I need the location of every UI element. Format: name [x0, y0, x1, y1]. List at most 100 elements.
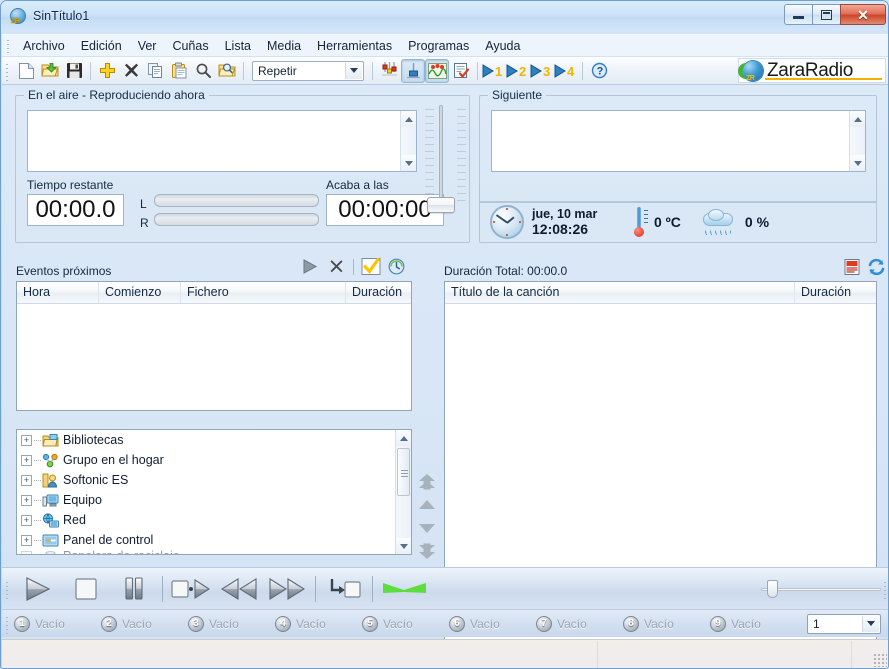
events-col-comienzo[interactable]: Comienzo	[99, 282, 181, 303]
menu-archivo[interactable]: Archivo	[15, 36, 73, 56]
cart-slot-2[interactable]: 2 Vacío	[101, 615, 188, 632]
play-button[interactable]	[14, 571, 62, 607]
tree-item-panel-control[interactable]: + Panel de control	[17, 530, 394, 550]
minimize-button[interactable]	[784, 4, 813, 25]
pause-button[interactable]	[110, 571, 158, 607]
mixer-button[interactable]	[401, 58, 425, 83]
close-button[interactable]: ✕	[840, 4, 886, 25]
cart-slot-9[interactable]: 9 Vacío	[710, 615, 797, 632]
cart-slot-3[interactable]: 3 Vacío	[188, 615, 275, 632]
menu-lista[interactable]: Lista	[217, 36, 259, 56]
slider-knob[interactable]	[767, 580, 778, 598]
fader-knob[interactable]	[427, 197, 455, 213]
play-1-button[interactable]: 1	[482, 59, 506, 83]
cart-slot-8[interactable]: 8 Vacío	[623, 615, 710, 632]
scroll-down-button[interactable]	[396, 538, 411, 554]
scroll-up-button[interactable]	[850, 111, 865, 127]
levels-button[interactable]	[377, 59, 401, 83]
tree-scrollbar[interactable]	[395, 430, 411, 554]
events-col-hora[interactable]: Hora	[17, 282, 99, 303]
menu-programas[interactable]: Programas	[400, 36, 477, 56]
refresh-button[interactable]	[864, 258, 888, 276]
resize-grip[interactable]	[874, 654, 887, 667]
tree-item-equipo[interactable]: + Equipo	[17, 490, 394, 510]
tree-item-papelera[interactable]: + Papelera de reciclaje	[17, 550, 394, 554]
tree-item-grupo-hogar[interactable]: + Grupo en el hogar	[17, 450, 394, 470]
play-mode-combo[interactable]: Repetir	[252, 60, 364, 81]
play-event-button[interactable]	[297, 259, 323, 274]
slider-track[interactable]	[761, 588, 881, 591]
carts-grip[interactable]	[5, 613, 11, 634]
save-button[interactable]	[62, 59, 86, 83]
menu-herramientas[interactable]: Herramientas	[309, 36, 400, 56]
scroll-up-button[interactable]	[396, 430, 411, 446]
cart-bank-combo[interactable]: 1	[807, 613, 881, 634]
enable-events-button[interactable]	[358, 257, 384, 276]
cart-slot-6[interactable]: 6 Vacío	[449, 615, 536, 632]
scroll-up-button[interactable]	[401, 111, 416, 127]
menu-edicion[interactable]: Edición	[73, 36, 130, 56]
events-rows[interactable]	[17, 304, 411, 410]
open-folder-button[interactable]	[38, 59, 62, 83]
expand-icon[interactable]: +	[21, 434, 32, 446]
play-3-button[interactable]: 3	[530, 59, 554, 83]
move-up-button[interactable]	[417, 499, 437, 515]
expand-icon[interactable]: +	[21, 494, 32, 506]
cart-slot-5[interactable]: 5 Vacío	[362, 615, 449, 632]
scroll-down-button[interactable]	[850, 155, 865, 171]
move-bottom-button[interactable]	[417, 543, 437, 562]
waveform-button[interactable]	[425, 58, 449, 83]
copy-button[interactable]	[143, 59, 167, 83]
event-clock-button[interactable]	[384, 258, 408, 275]
play-mode-dropdown-arrow[interactable]	[345, 62, 362, 79]
delete-button[interactable]	[119, 59, 143, 83]
rewind-button[interactable]	[215, 571, 263, 607]
maximize-button[interactable]	[812, 4, 841, 25]
slider-grip[interactable]	[883, 578, 888, 599]
events-listview[interactable]: Hora Comienzo Fichero Duración	[16, 281, 412, 411]
on-air-scrollbar[interactable]	[400, 111, 416, 171]
stop-and-play-button[interactable]	[167, 571, 215, 607]
playlist-edit-button[interactable]	[449, 59, 473, 83]
events-col-fichero[interactable]: Fichero	[181, 282, 346, 303]
tree-item-bibliotecas[interactable]: + Bibliotecas	[17, 430, 394, 450]
next-scrollbar[interactable]	[849, 111, 865, 171]
file-browser-tree[interactable]: + Bibliotecas + Grupo en el hogar + Soft…	[16, 429, 412, 555]
fade-button[interactable]	[377, 571, 433, 607]
play-4-button[interactable]: 4	[554, 59, 578, 83]
transport-grip[interactable]	[5, 578, 11, 599]
expand-icon[interactable]: +	[21, 514, 32, 526]
delete-event-button[interactable]	[323, 259, 349, 274]
move-down-button[interactable]	[417, 521, 437, 537]
tree-item-softonic[interactable]: + Softonic ES	[17, 470, 394, 490]
on-air-track-box[interactable]	[27, 110, 417, 172]
expand-icon[interactable]: +	[21, 454, 32, 466]
cart-slot-7[interactable]: 7 Vacío	[536, 615, 623, 632]
cart-slot-4[interactable]: 4 Vacío	[275, 615, 362, 632]
stop-button[interactable]	[62, 571, 110, 607]
transport-slider[interactable]	[761, 580, 881, 598]
expand-icon[interactable]: +	[21, 534, 32, 546]
help-button[interactable]: ?	[587, 59, 611, 83]
insert-stop-button[interactable]	[320, 571, 368, 607]
fast-forward-button[interactable]	[263, 571, 311, 607]
cart-slot-1[interactable]: 1 Vacío	[14, 615, 101, 632]
tree-scroll-thumb[interactable]	[397, 448, 410, 496]
events-col-duracion[interactable]: Duración	[346, 282, 411, 303]
expand-icon[interactable]: +	[21, 550, 32, 554]
new-file-button[interactable]	[14, 59, 38, 83]
find-folder-button[interactable]	[215, 59, 239, 83]
playlist-col-duracion[interactable]: Duración	[795, 282, 876, 303]
find-button[interactable]	[191, 59, 215, 83]
add-button[interactable]	[95, 59, 119, 83]
tree-item-red[interactable]: + Red	[17, 510, 394, 530]
fader-track[interactable]	[439, 105, 443, 210]
scroll-down-button[interactable]	[401, 155, 416, 171]
expand-icon[interactable]: +	[21, 474, 32, 486]
toolbar-grip[interactable]	[5, 60, 11, 81]
cart-bank-dropdown-arrow[interactable]	[862, 615, 879, 632]
menu-media[interactable]: Media	[259, 36, 309, 56]
play-2-button[interactable]: 2	[506, 59, 530, 83]
save-list-button[interactable]	[840, 258, 864, 276]
menu-ver[interactable]: Ver	[130, 36, 165, 56]
